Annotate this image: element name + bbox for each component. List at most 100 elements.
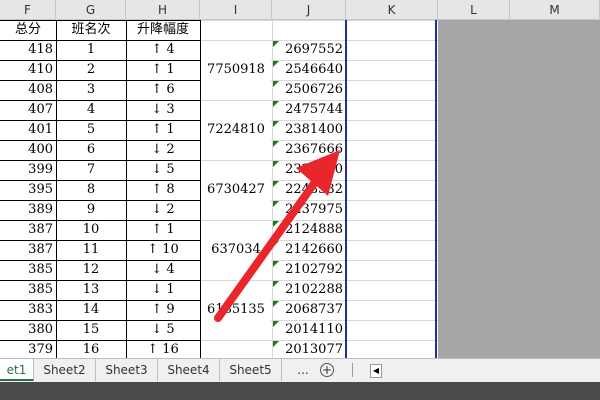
cell-rank-change[interactable]: ↑ 16 [126,340,200,360]
cell-rank-change[interactable]: ↑ 9 [126,300,200,320]
cell-rank-change[interactable]: ↑ 1 [126,120,200,140]
cell-total-score[interactable]: 418 [0,40,56,60]
green-error-marker [273,301,279,307]
cell-total-score[interactable]: 399 [0,160,56,180]
cell-j-value[interactable]: 2243332 [272,180,346,200]
cell-total-score[interactable]: 385 [0,280,56,300]
sheet-tab-4[interactable]: Sheet4 [158,359,220,381]
header-cell-total-score[interactable]: 总分 [0,20,56,40]
column-header-h[interactable]: H [126,0,200,20]
cell-class-rank[interactable]: 7 [56,160,126,180]
cell-i-merged-value[interactable]: 7224810 [200,120,272,140]
green-error-marker [273,201,279,207]
sheet-tab-5[interactable]: Sheet5 [220,359,282,381]
cell-rank-change[interactable]: ↓ 2 [126,140,200,160]
cell-class-rank[interactable]: 14 [56,300,126,320]
cell-j-value[interactable]: 2697552 [272,40,346,60]
cell-i-merged-value[interactable]: 6730427 [200,180,272,200]
cell-class-rank[interactable]: 6 [56,140,126,160]
cell-j-value[interactable]: 2124888 [272,220,346,240]
cell-rank-change[interactable]: ↓ 4 [126,260,200,280]
cell-total-score[interactable]: 379 [0,340,56,360]
column-header-k[interactable]: K [346,0,438,20]
cell-class-rank[interactable]: 15 [56,320,126,340]
column-header-f[interactable]: F [0,0,56,20]
cell-total-score[interactable]: 401 [0,120,56,140]
more-sheets-button[interactable]: ... [290,359,316,381]
cell-total-score[interactable]: 385 [0,260,56,280]
cell-j-value[interactable]: 2102792 [272,260,346,280]
header-cell-change[interactable]: 升降幅度 [126,20,200,40]
scroll-left-icon[interactable]: ◀ [370,364,382,378]
cell-class-rank[interactable]: 16 [56,340,126,360]
cell-total-score[interactable]: 395 [0,180,56,200]
cell-j-value[interactable]: 2102288 [272,280,346,300]
cell-j-value[interactable]: 2014110 [272,320,346,340]
cell-j-value[interactable]: 2546640 [272,60,346,80]
cell-j-value[interactable]: 2367666 [272,140,346,160]
cell-rank-change[interactable]: ↑ 6 [126,80,200,100]
cell-rank-change[interactable]: ↑ 10 [126,240,200,260]
cell-i-merged-value[interactable]: 6185135 [200,300,272,320]
cell-total-score[interactable]: 380 [0,320,56,340]
cell-class-rank[interactable]: 12 [56,260,126,280]
status-bar [0,382,600,400]
header-cell-class-rank[interactable]: 班名次 [56,20,126,40]
cell-j-value[interactable]: 2475744 [272,100,346,120]
cell-total-score[interactable]: 408 [0,80,56,100]
cell-class-rank[interactable]: 11 [56,240,126,260]
cell-j-value[interactable]: 2068737 [272,300,346,320]
add-sheet-icon[interactable]: + [320,363,334,377]
cell-total-score[interactable]: 387 [0,220,56,240]
green-error-marker [273,41,279,47]
cell-i-merged-value[interactable]: 637034 [200,240,272,260]
cell-total-score[interactable]: 407 [0,100,56,120]
cell-total-score[interactable]: 383 [0,300,56,320]
cell-j-value[interactable]: 2381400 [272,120,346,140]
cell-rank-change[interactable]: ↑ 4 [126,40,200,60]
cell-total-score[interactable]: 387 [0,240,56,260]
cell-rank-change[interactable]: ↓ 2 [126,200,200,220]
cell-rank-change[interactable]: ↓ 5 [126,160,200,180]
cell-rank-change[interactable]: ↑ 1 [126,220,200,240]
spreadsheet-grid[interactable]: FGHIJKLM 总分 班名次 升降幅度 418 1 ↑ 4 410 2 ↑ 1 408 3 ↑ 64… [0,0,600,361]
cell-j-value[interactable]: 2328980 [272,160,346,180]
column-header-j[interactable]: J [272,0,346,20]
empty-gray-area [438,20,600,358]
green-error-marker [273,161,279,167]
cell-class-rank[interactable]: 8 [56,180,126,200]
green-error-marker [273,241,279,247]
green-error-marker [273,81,279,87]
cell-rank-change[interactable]: ↑ 1 [126,60,200,80]
cell-class-rank[interactable]: 5 [56,120,126,140]
column-header-m[interactable]: M [510,0,600,20]
cell-rank-change[interactable]: ↓ 5 [126,320,200,340]
cell-rank-change[interactable]: ↑ 8 [126,180,200,200]
sheet-tab-bar: et1 Sheet2 Sheet3 Sheet4 Sheet5 ... + ◀ [0,358,600,382]
sheet-tab-2[interactable]: Sheet2 [34,359,96,381]
column-header-i[interactable]: I [200,0,272,20]
cell-i-merged-value[interactable]: 7750918 [200,60,272,80]
sheet-tab-1[interactable]: et1 [0,359,34,381]
cell-j-value[interactable]: 2013077 [272,340,346,360]
cell-class-rank[interactable]: 4 [56,100,126,120]
cell-j-value[interactable]: 2142660 [272,240,346,260]
cell-class-rank[interactable]: 10 [56,220,126,240]
cell-total-score[interactable]: 400 [0,140,56,160]
cell-total-score[interactable]: 410 [0,60,56,80]
selected-column-k[interactable] [345,20,437,358]
cell-class-rank[interactable]: 13 [56,280,126,300]
cell-rank-change[interactable]: ↓ 1 [126,280,200,300]
sheet-tab-3[interactable]: Sheet3 [96,359,158,381]
cell-class-rank[interactable]: 9 [56,200,126,220]
cell-class-rank[interactable]: 2 [56,60,126,80]
cell-j-value[interactable]: 2506726 [272,80,346,100]
cell-class-rank[interactable]: 3 [56,80,126,100]
green-error-marker [273,141,279,147]
cell-class-rank[interactable]: 1 [56,40,126,60]
cell-j-value[interactable]: 2237975 [272,200,346,220]
column-header-l[interactable]: L [438,0,510,20]
cell-total-score[interactable]: 389 [0,200,56,220]
column-header-g[interactable]: G [56,0,126,20]
cell-rank-change[interactable]: ↓ 3 [126,100,200,120]
